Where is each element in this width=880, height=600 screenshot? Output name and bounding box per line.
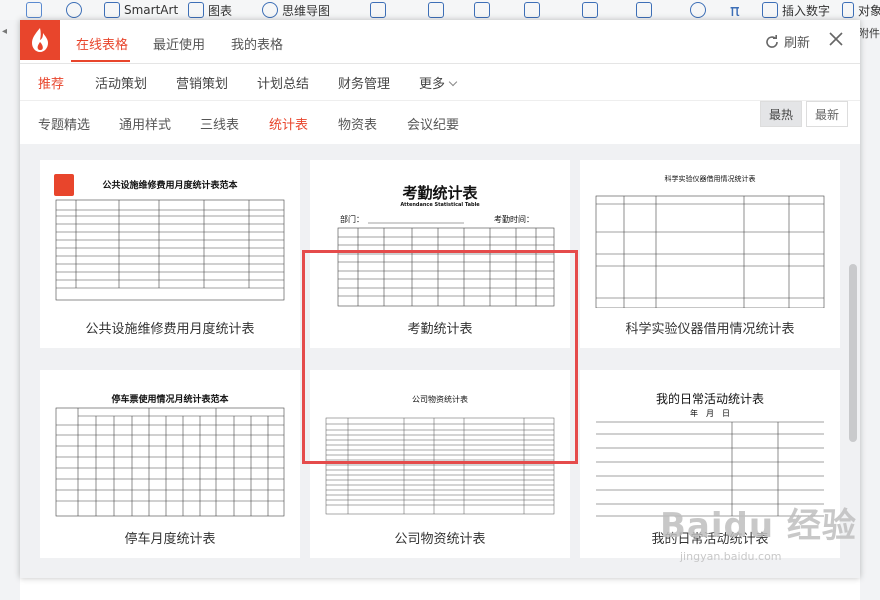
category-recommended[interactable]: 推荐 (38, 73, 64, 92)
host-tool-wordart[interactable] (474, 0, 490, 20)
subcategory-nav: 专题精选 通用样式 三线表 统计表 物资表 会议纪要 (20, 100, 860, 144)
table-preview (595, 195, 825, 308)
template-thumbnail: 科学实验仪器借用情况统计表 (594, 168, 826, 308)
watermark-url: jingyan.baidu.com (680, 550, 782, 563)
app-logo (20, 20, 60, 60)
textbox-icon (370, 2, 386, 18)
tab-online-tables[interactable]: 在线表格 (76, 34, 128, 53)
table-preview (55, 199, 285, 301)
template-caption: 停车月度统计表 (124, 532, 216, 547)
subcategory-meeting-minutes[interactable]: 会议纪要 (407, 114, 459, 133)
insert-number-label: 插入数字 (782, 3, 831, 18)
scissors-icon (26, 2, 42, 18)
subcategory-three-line[interactable]: 三线表 (200, 114, 239, 133)
table-preview (55, 407, 285, 517)
active-tab-underline (71, 60, 130, 62)
flame-logo-icon (32, 28, 48, 52)
smartart-label: SmartArt (124, 3, 179, 17)
category-event-planning[interactable]: 活动策划 (95, 73, 147, 92)
template-caption: 科学实验仪器借用情况统计表 (625, 322, 795, 337)
host-right-panel: 附件 (858, 20, 880, 600)
refresh-icon (766, 34, 778, 48)
template-dialog: 在线表格 最近使用 我的表格 刷新 推荐 活动策划 营销策划 计划总结 财务管理… (20, 20, 860, 578)
hash-icon (428, 2, 444, 18)
template-thumbnail: 停车票使用情况月统计表范本 (54, 378, 286, 518)
mindmap-label: 思维导图 (282, 3, 331, 18)
template-caption: 考勤统计表 (407, 322, 473, 337)
template-card[interactable]: 公共设施维修费用月度统计表范本 公共设施维修费用月度统计表 (40, 160, 300, 348)
category-finance[interactable]: 财务管理 (338, 73, 390, 92)
sort-hottest-button[interactable]: 最热 (760, 101, 802, 127)
host-tool-number[interactable] (428, 0, 444, 20)
host-tool-formula[interactable]: π (730, 0, 740, 20)
category-marketing[interactable]: 营销策划 (176, 73, 228, 92)
table-preview (325, 417, 555, 515)
insert-number-icon (762, 2, 778, 18)
subcategory-statistics[interactable]: 统计表 (269, 114, 308, 133)
chart-icon (188, 2, 204, 18)
subcategory-supplies[interactable]: 物资表 (338, 114, 377, 133)
tab-my-tables[interactable]: 我的表格 (231, 34, 283, 53)
vertical-scrollbar[interactable] (849, 264, 857, 442)
template-card[interactable]: 科学实验仪器借用情况统计表 科学实验仪器借用情况统计表 (580, 160, 840, 348)
tab-recent[interactable]: 最近使用 (153, 34, 205, 53)
object-icon (842, 2, 854, 18)
category-more[interactable]: 更多 (419, 73, 458, 92)
chart-label: 图表 (208, 3, 233, 18)
template-card[interactable]: 公司物资统计表 公司物资统计表 (310, 370, 570, 558)
host-tool-insert-number[interactable]: 插入数字 (762, 0, 830, 20)
shape-icon (66, 2, 82, 18)
host-tool-chart[interactable]: 图表 (188, 0, 232, 20)
category-nav: 推荐 活动策划 营销策划 计划总结 财务管理 更多 (20, 64, 860, 100)
dialog-header: 在线表格 最近使用 我的表格 刷新 (20, 20, 860, 64)
template-thumbnail: 公司物资统计表 (324, 378, 556, 518)
host-left-marker: ◂ (2, 26, 8, 37)
close-button[interactable] (826, 29, 846, 49)
template-thumbnail: 公共设施维修费用月度统计表范本 (54, 168, 286, 308)
host-page (20, 578, 860, 600)
template-card[interactable]: 停车票使用情况月统计表范本 停车月度统计表 (40, 370, 300, 558)
category-more-label: 更多 (419, 77, 446, 92)
table-preview (596, 421, 824, 517)
category-plan-summary[interactable]: 计划总结 (257, 73, 309, 92)
shape-circle-icon (690, 2, 706, 18)
template-thumbnail: 考勤统计表 Attendance Statistical Table 部门： 考… (324, 168, 556, 308)
mindmap-icon (262, 2, 278, 18)
template-card-selected[interactable]: 考勤统计表 Attendance Statistical Table 部门： 考… (310, 160, 570, 348)
host-tool-symbol[interactable] (524, 0, 540, 20)
wordart-icon (474, 2, 490, 18)
host-tool-mindmap[interactable]: 思维导图 (262, 0, 330, 20)
watermark-brand: Baidu 经验 (660, 506, 857, 546)
host-tool-shape2[interactable] (690, 0, 706, 20)
host-left-panel: ◂ (0, 20, 20, 600)
template-caption: 公司物资统计表 (394, 532, 486, 547)
object-label: 对象 (858, 3, 880, 18)
chevron-down-icon (448, 77, 458, 87)
host-tool-object[interactable]: 对象 (842, 0, 880, 20)
host-tool-textbox[interactable] (370, 0, 386, 20)
pi-icon: π (730, 0, 740, 20)
refresh-button[interactable]: 刷新 (764, 32, 810, 51)
font-icon (636, 2, 652, 18)
host-tool-smartart[interactable]: SmartArt (104, 0, 178, 20)
close-icon (829, 32, 843, 46)
host-tool-font[interactable] (636, 0, 652, 20)
refresh-label: 刷新 (784, 36, 811, 51)
template-thumbnail: 我的日常活动统计表 年 月 日 (594, 378, 826, 518)
smartart-icon (104, 2, 120, 18)
host-tool-shape[interactable] (66, 0, 82, 20)
template-caption: 公共设施维修费用月度统计表 (85, 322, 255, 337)
sort-newest-button[interactable]: 最新 (806, 101, 848, 127)
attachment-label[interactable]: 附件 (858, 25, 880, 41)
table-icon (582, 2, 598, 18)
host-toolbar: SmartArt 图表 思维导图 π 插入数字 对象 (0, 0, 880, 20)
attendance-table-preview (337, 222, 555, 307)
host-tool-cut[interactable] (26, 0, 42, 20)
symbol-icon (524, 2, 540, 18)
host-tool-table[interactable] (582, 0, 598, 20)
subcategory-featured[interactable]: 专题精选 (38, 114, 90, 133)
subcategory-general[interactable]: 通用样式 (119, 114, 171, 133)
watermark: Baidu 经验 jingyan.baidu.com (660, 498, 857, 563)
